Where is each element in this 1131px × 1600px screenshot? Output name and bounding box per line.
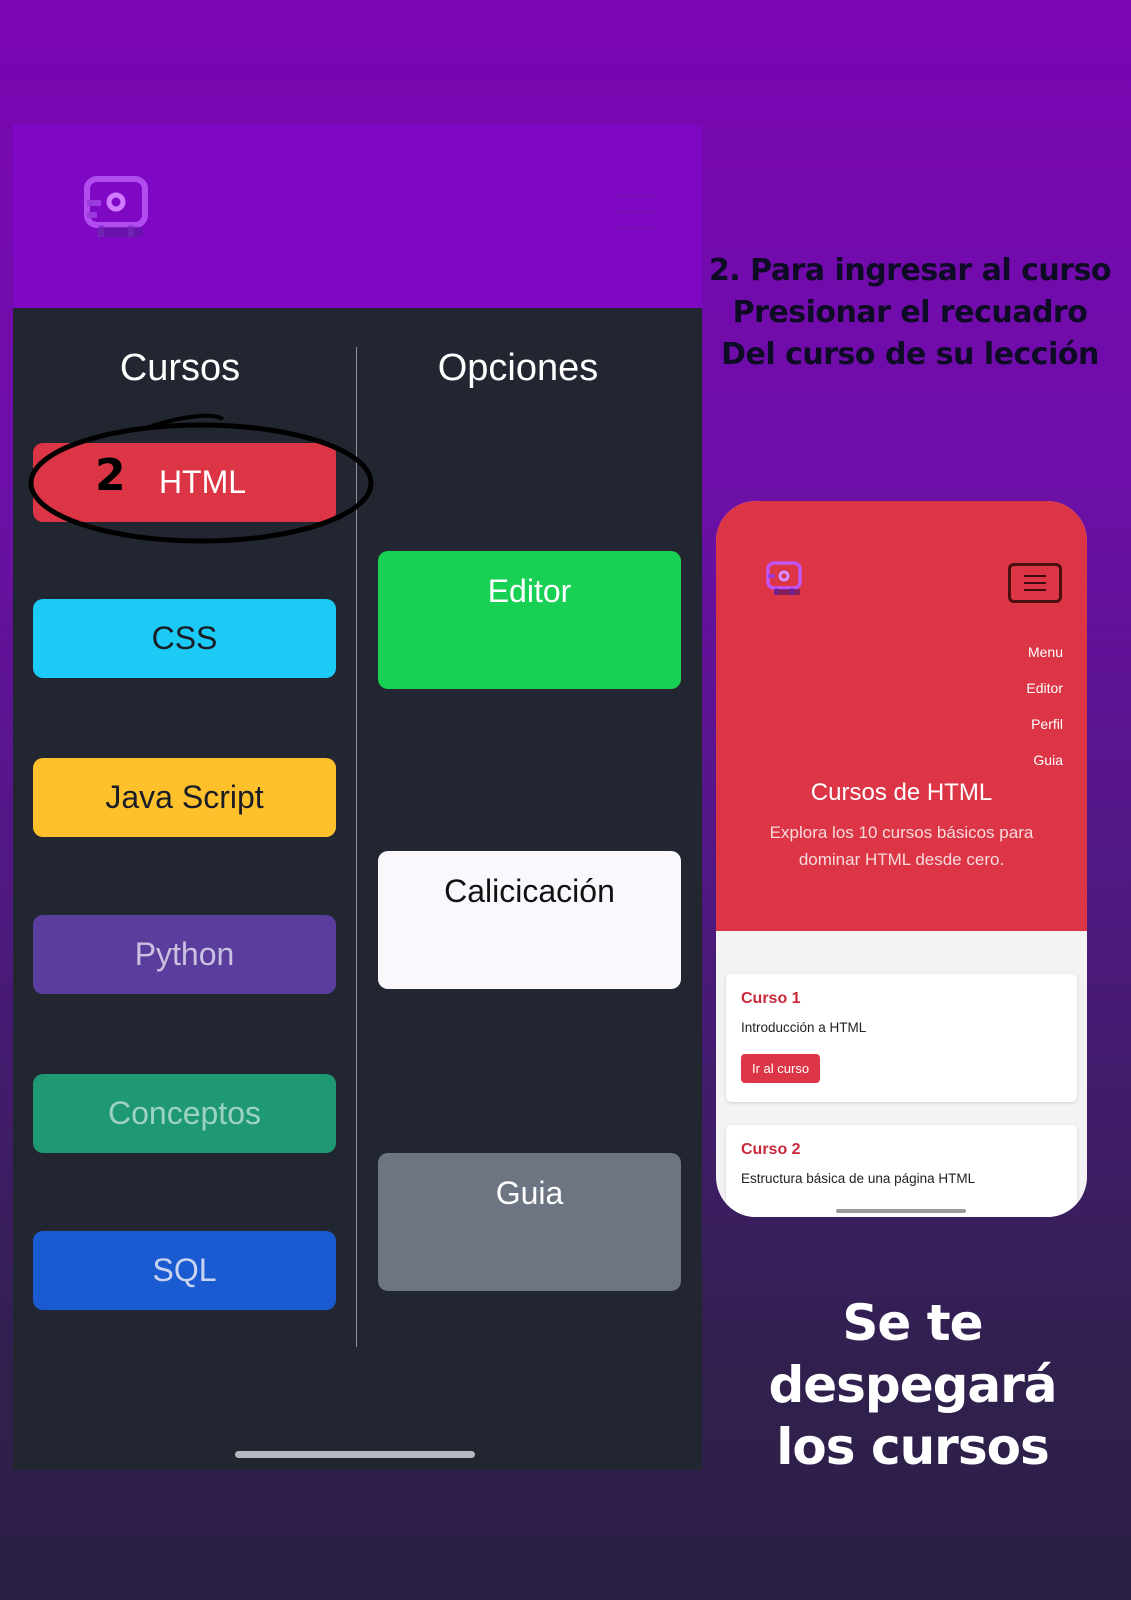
course-card-title: Curso 1	[741, 990, 801, 1007]
app-logo-icon	[84, 176, 148, 237]
course-button-sql[interactable]: SQL	[33, 1231, 336, 1310]
option-label: Calicicación	[444, 873, 615, 909]
home-indicator	[235, 1451, 475, 1458]
course-label: Java Script	[105, 779, 264, 815]
preview-title: Cursos de HTML	[810, 779, 993, 806]
courses-title: Cursos	[119, 347, 241, 389]
preview-home-indicator	[836, 1209, 966, 1213]
course-label: HTML	[158, 464, 247, 500]
course-card-title: Curso 2	[741, 1141, 801, 1158]
option-button-editor[interactable]: Editor	[378, 551, 681, 689]
app-screenshot: Cursos Opciones HTML 2 CSS Java Script P…	[13, 125, 702, 1470]
preview-subtitle-line: Explora los 10 cursos básicos para	[769, 823, 1034, 842]
option-button-calificacion[interactable]: Calicicación	[378, 851, 681, 989]
preview-nav-editor[interactable]: Editor	[1026, 680, 1063, 696]
preview-subtitle: Explora los 10 cursos básicos para domin…	[756, 819, 1047, 873]
course-button-html[interactable]: HTML	[33, 443, 336, 522]
instruction-line: Del curso de su lección	[721, 337, 1099, 372]
preview-nav-perfil[interactable]: Perfil	[1031, 716, 1063, 732]
course-card-text: Introducción a HTML	[741, 1020, 867, 1035]
instruction-text: 2. Para ingresar al curso Presionar el r…	[700, 250, 1120, 376]
option-label: Editor	[487, 573, 572, 609]
preview-nav-menu[interactable]: Menu	[1028, 644, 1063, 660]
course-label: Conceptos	[108, 1095, 261, 1131]
preview-header: Menu Editor Perfil Guia Cursos de HTML E…	[716, 501, 1087, 931]
preview-menu-icon[interactable]	[1008, 563, 1062, 603]
caption-text: Se te despegará los cursos	[700, 1292, 1125, 1478]
option-label: Guia	[495, 1175, 564, 1211]
course-button-css[interactable]: CSS	[33, 599, 336, 678]
menu-hamburger-icon[interactable]	[615, 195, 657, 229]
preview-phone: Menu Editor Perfil Guia Cursos de HTML E…	[716, 501, 1087, 1217]
course-card-text: Estructura básica de una página HTML	[741, 1171, 976, 1186]
course-button-python[interactable]: Python	[33, 915, 336, 994]
instruction-line: 2. Para ingresar al curso	[708, 253, 1112, 288]
instruction-line: Presionar el recuadro	[732, 295, 1088, 330]
course-label: CSS	[151, 620, 218, 656]
preview-subtitle-line: dominar HTML desde cero.	[798, 850, 1005, 869]
column-divider	[356, 347, 357, 1347]
go-to-course-button[interactable]: Ir al curso	[741, 1054, 821, 1083]
step-number-annotation: 2	[95, 450, 126, 501]
course-label: SQL	[152, 1252, 217, 1288]
course-label: Python	[134, 936, 235, 972]
preview-nav-guia[interactable]: Guia	[1033, 752, 1063, 768]
app-header	[13, 125, 702, 308]
caption-line: Se te despegará	[768, 1294, 1057, 1414]
course-card: Curso 1 Introducción a HTML Ir al curso	[726, 974, 1077, 1102]
course-card: Curso 2 Estructura básica de una página …	[726, 1125, 1077, 1217]
preview-logo-icon	[766, 561, 802, 595]
options-title: Opciones	[437, 347, 599, 389]
option-button-guia[interactable]: Guia	[378, 1153, 681, 1291]
course-button-javascript[interactable]: Java Script	[33, 758, 336, 837]
course-button-conceptos[interactable]: Conceptos	[33, 1074, 336, 1153]
caption-line: los cursos	[776, 1418, 1049, 1476]
